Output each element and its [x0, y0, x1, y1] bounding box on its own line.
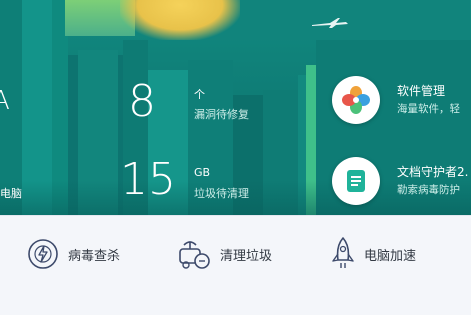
cleanup-button[interactable]: 清理垃圾 [176, 234, 272, 274]
document-guard-subtitle: 勒索病毒防护 [397, 184, 460, 196]
vuln-unit: 个 [194, 88, 205, 101]
software-manager-title[interactable]: 软件管理 [397, 82, 445, 99]
jet-icon [312, 18, 348, 28]
junk-label[interactable]: 垃圾待清理 [194, 185, 249, 201]
document-guard-button[interactable] [332, 157, 380, 205]
document-guard-title[interactable]: 文档守护者2. [397, 163, 468, 180]
document-guard-icon [347, 170, 365, 192]
software-manager-button[interactable] [332, 76, 380, 124]
cleanup-icon [179, 241, 210, 269]
junk-unit: GB [194, 166, 211, 179]
cleanup-label: 清理垃圾 [220, 248, 273, 264]
speedup-button[interactable]: 电脑加速 [330, 234, 416, 274]
virus-scan-button[interactable]: 病毒查杀 [26, 234, 120, 274]
partial-label: 电脑 [0, 187, 22, 200]
rocket-icon [332, 237, 354, 268]
software-manager-icon [342, 86, 370, 114]
software-manager-subtitle: 海量软件，轻 [397, 103, 460, 115]
dashboard-header: A 电脑 8 个 漏洞待修复 15 GB 垃圾待清理 软件管理 海量软件，轻 文… [0, 0, 471, 215]
speedup-label: 电脑加速 [364, 248, 417, 264]
decor-glow [120, 0, 240, 40]
virus-scan-label: 病毒查杀 [68, 248, 121, 264]
vuln-label[interactable]: 漏洞待修复 [194, 106, 249, 122]
junk-size: 15 [120, 154, 176, 205]
partial-glyph: A [0, 86, 10, 116]
quick-actions-bar: 病毒查杀 清理垃圾 电脑加速 [0, 215, 471, 315]
virus-scan-icon [28, 239, 58, 269]
vuln-count: 8 [128, 76, 156, 127]
